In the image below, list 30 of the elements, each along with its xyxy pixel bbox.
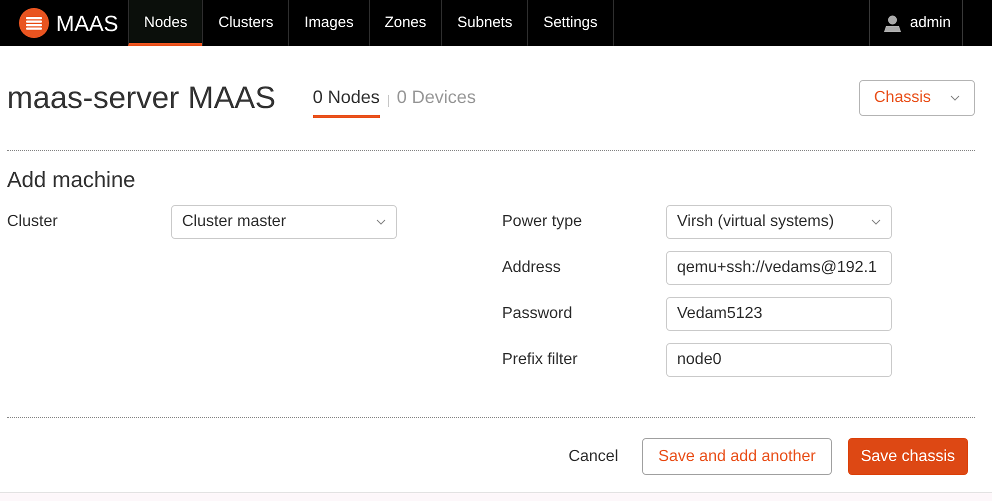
field-label: Power type	[502, 212, 584, 232]
field-label: Prefix filter	[502, 350, 579, 370]
save-and-add-another-button[interactable]: Save and add another	[642, 438, 832, 475]
logo-icon	[19, 8, 49, 38]
chevron-down-icon	[871, 219, 881, 225]
field-label: Password	[502, 304, 574, 324]
input-field[interactable]: qemu+ssh://vedams@192.1	[666, 251, 892, 285]
cancel-link[interactable]: Cancel	[568, 444, 618, 468]
field-label: Address	[502, 258, 562, 278]
nav-tab[interactable]: Subnets	[441, 0, 528, 46]
input-field[interactable]: node0	[666, 343, 892, 377]
chevron-down-icon	[376, 219, 386, 225]
brand-name: MAAS	[56, 10, 118, 38]
nav-tab[interactable]: Clusters	[202, 0, 288, 46]
nav-tab[interactable]: Zones	[368, 0, 442, 46]
select-field[interactable]: Virsh (virtual systems)	[666, 205, 892, 239]
user-menu[interactable]: admin	[869, 0, 963, 46]
nav-tab[interactable]: Images	[288, 0, 369, 46]
select-field[interactable]: Cluster master	[171, 205, 397, 239]
field-label: Cluster	[7, 212, 59, 232]
user-icon	[884, 14, 901, 32]
chevron-down-icon	[950, 95, 960, 101]
input-field[interactable]: Vedam5123	[666, 297, 892, 331]
nav-tab[interactable]: Settings	[527, 0, 613, 46]
form-title: Add machine	[7, 166, 136, 194]
add-hardware-dropdown[interactable]: Chassis	[859, 80, 975, 116]
save-chassis-button[interactable]: Save chassis	[848, 438, 968, 475]
count-tab[interactable]: 0 Nodes	[312, 84, 380, 118]
nav-tab[interactable]: Nodes	[128, 0, 202, 46]
page-title: maas-server MAAS	[7, 78, 276, 117]
